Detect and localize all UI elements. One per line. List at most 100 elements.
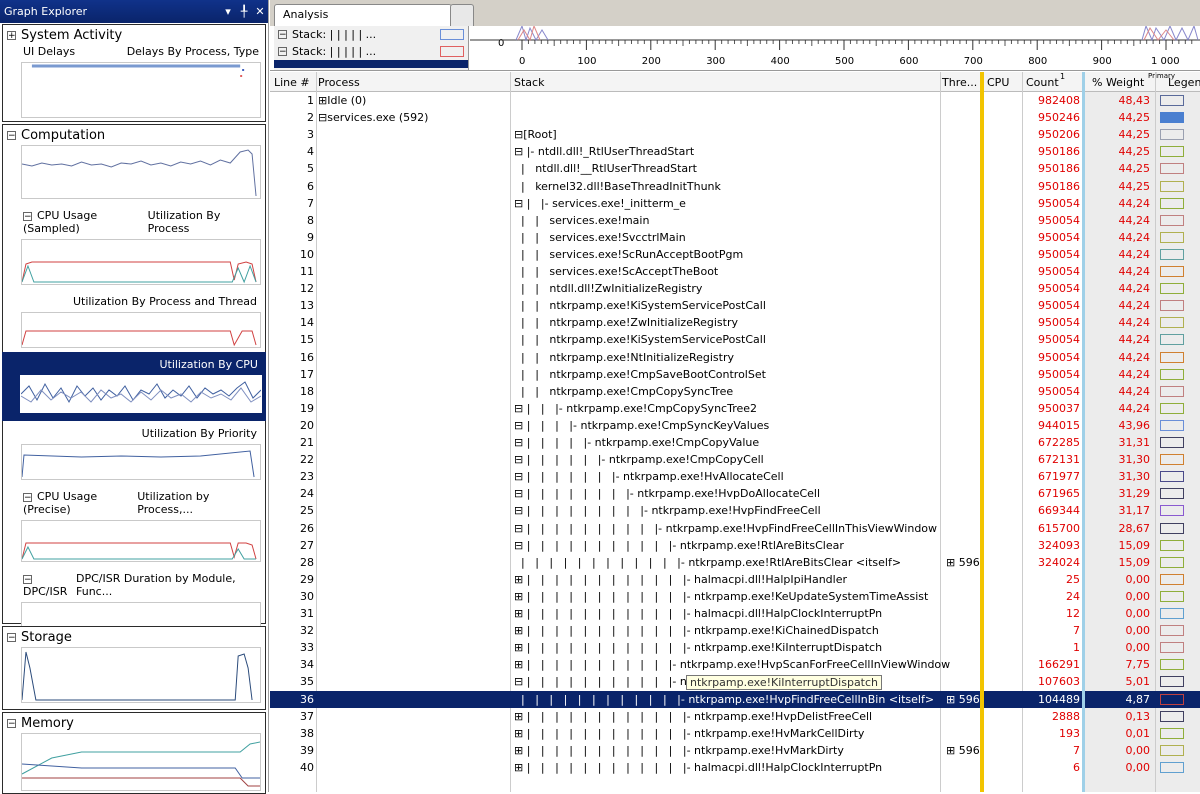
expand-icon[interactable]: +	[7, 30, 16, 40]
table-row[interactable]: 21 ⊟ | | | | |- ntkrpamp.exe!CmpCopyValue…	[270, 434, 1200, 451]
table-row[interactable]: 10 | | services.exe!ScRunAcceptBootPgm 95…	[270, 246, 1200, 263]
stack-cell: ⊟ | | | |- ntkrpamp.exe!CmpSyncKeyValues	[514, 418, 770, 432]
graph-label-ui-delays[interactable]: UI Delays	[23, 45, 75, 58]
collapse-icon[interactable]: −	[23, 212, 32, 222]
table-row[interactable]: 18 | | ntkrpamp.exe!CmpCopySyncTree 95005…	[270, 383, 1200, 400]
header-stack[interactable]: Stack	[514, 76, 544, 89]
graph-label-utilization-by-process[interactable]: Utilization By Process	[148, 209, 257, 235]
collapse-icon[interactable]: −	[23, 575, 32, 585]
table-row[interactable]: 36 | | | | | | | | | | | |- ntkrpamp.exe…	[270, 690, 1200, 708]
graph-utilization-by-cpu-selected[interactable]: Utilization By CPU	[2, 352, 266, 421]
collapse-icon[interactable]: −	[7, 718, 16, 728]
legend-row[interactable]: − Stack: | | | | | ...	[274, 26, 468, 43]
collapse-icon[interactable]: −	[7, 632, 16, 642]
table-row[interactable]: 40 ⊞ | | | | | | | | | | | |- halmacpi.dl…	[270, 759, 1200, 776]
count-cell: 944015	[1038, 418, 1080, 432]
header-count[interactable]: Count	[1026, 76, 1059, 89]
table-row[interactable]: 29 ⊞ | | | | | | | | | | | |- halmacpi.dl…	[270, 571, 1200, 588]
axis-tick-label: 200	[642, 56, 661, 67]
graph-label-delays-by-process[interactable]: Delays By Process, Type	[127, 45, 259, 58]
graph-thumbnail[interactable]	[21, 312, 261, 348]
table-row[interactable]: 5 | ntdll.dll!__RtlUserThreadStart 950186…	[270, 160, 1200, 177]
table-row[interactable]: 2 ⊟services.exe (592) 950246 44,25	[270, 109, 1200, 126]
table-row[interactable]: 12 | | ntdll.dll!ZwInitializeRegistry 950…	[270, 280, 1200, 297]
table-row[interactable]: 11 | | services.exe!ScAcceptTheBoot 95005…	[270, 263, 1200, 280]
collapse-icon[interactable]: −	[7, 130, 16, 140]
line-number-cell: 8	[307, 213, 314, 227]
graph-thumbnail[interactable]	[21, 239, 261, 285]
collapse-icon[interactable]: −	[278, 47, 287, 57]
table-row[interactable]: 7 ⊟ | |- services.exe!_initterm_e 950054 44…	[270, 195, 1200, 212]
table-row[interactable]: 38 ⊞ | | | | | | | | | | | |- ntkrpamp.ex…	[270, 725, 1200, 742]
dpc-isr-label[interactable]: −DPC/ISR	[23, 572, 76, 598]
header-thread[interactable]: Thre...	[942, 76, 977, 89]
graph-thumbnail[interactable]	[21, 62, 261, 118]
column-splitter-gold[interactable]	[980, 72, 984, 792]
group-header[interactable]: + System Activity	[3, 25, 265, 45]
graph-thumbnail[interactable]	[21, 145, 261, 199]
table-row[interactable]: 30 ⊞ | | | | | | | | | | | |- ntkrpamp.ex…	[270, 588, 1200, 605]
legend-row[interactable]: − Stack: | | | | | ...	[274, 43, 468, 60]
table-row[interactable]: 24 ⊟ | | | | | | | |- ntkrpamp.exe!HvpDoA…	[270, 485, 1200, 502]
pin-icon[interactable]: ╀	[236, 5, 252, 18]
header-cpu[interactable]: CPU	[987, 76, 1009, 89]
graph-label-utilization-by-priority[interactable]: Utilization By Priority	[142, 427, 257, 440]
weight-cell: 0,13	[1125, 709, 1151, 723]
header-line[interactable]: Line #	[274, 76, 310, 89]
table-row[interactable]: 34 ⊞ | | | | | | | | | | |- ntkrpamp.exe!…	[270, 656, 1200, 673]
table-row[interactable]: 22 ⊟ | | | | | |- ntkrpamp.exe!CmpCopyCel…	[270, 451, 1200, 468]
table-row[interactable]: 14 | | ntkrpamp.exe!ZwInitializeRegistry…	[270, 314, 1200, 331]
table-row[interactable]: 23 ⊟ | | | | | | |- ntkrpamp.exe!HvAlloca…	[270, 468, 1200, 485]
table-row[interactable]: 17 | | ntkrpamp.exe!CmpSaveBootControlSe…	[270, 366, 1200, 383]
group-header[interactable]: − Storage	[3, 627, 265, 647]
table-row[interactable]: 25 ⊟ | | | | | | | | |- ntkrpamp.exe!HvpF…	[270, 502, 1200, 519]
table-row[interactable]: 19 ⊟ | | |- ntkrpamp.exe!CmpCopySyncTree2…	[270, 400, 1200, 417]
legend-row-selected[interactable]	[274, 60, 468, 68]
graph-thumbnail[interactable]	[21, 647, 261, 703]
header-weight[interactable]: % Weight	[1092, 76, 1144, 89]
table-row[interactable]: 33 ⊞ | | | | | | | | | | | |- ntkrpamp.ex…	[270, 639, 1200, 656]
graph-label-utilization-by-cpu[interactable]: Utilization By CPU	[159, 358, 258, 371]
collapse-icon[interactable]: −	[278, 30, 287, 40]
group-header[interactable]: − Computation	[3, 125, 265, 145]
collapse-icon[interactable]: −	[23, 493, 32, 503]
tab-new[interactable]	[450, 4, 474, 27]
table-row[interactable]: 37 ⊞ | | | | | | | | | | | |- ntkrpamp.ex…	[270, 708, 1200, 725]
table-row[interactable]: 26 ⊟ | | | | | | | | | |- ntkrpamp.exe!Hv…	[270, 520, 1200, 537]
graph-thumbnail[interactable]	[21, 520, 261, 562]
graph-thumbnail[interactable]	[20, 375, 262, 413]
table-row[interactable]: 8 | | services.exe!main 950054 44,24	[270, 212, 1200, 229]
line-number-cell: 31	[300, 607, 314, 620]
table-row[interactable]: 13 | | ntkrpamp.exe!KiSystemServicePostC…	[270, 297, 1200, 314]
cpu-precise-label[interactable]: − CPU Usage (Precise)	[23, 490, 137, 516]
table-row[interactable]: 20 ⊟ | | | |- ntkrpamp.exe!CmpSyncKeyValu…	[270, 417, 1200, 434]
graph-thumbnail[interactable]	[21, 444, 261, 480]
table-row[interactable]: 6 | kernel32.dll!BaseThreadInitThunk 9501…	[270, 178, 1200, 195]
group-header[interactable]: − Memory	[3, 713, 265, 733]
graph-label-utilization-by-process-thread[interactable]: Utilization By Process and Thread	[73, 295, 257, 308]
tab-analysis[interactable]: Analysis	[274, 4, 452, 27]
table-row[interactable]: 1 ⊞Idle (0) 982408 48,43	[270, 92, 1200, 109]
table-row[interactable]: 3 ⊟[Root] 950206 44,25	[270, 126, 1200, 143]
table-row[interactable]: 27 ⊟ | | | | | | | | | | |- ntkrpamp.exe!…	[270, 537, 1200, 554]
graph-label-utilization-by-process-precise[interactable]: Utilization by Process,...	[137, 490, 257, 516]
table-row[interactable]: 31 ⊞ | | | | | | | | | | | |- halmacpi.dl…	[270, 605, 1200, 622]
header-legend[interactable]: Legend	[1168, 76, 1200, 89]
graph-label-dpc-duration[interactable]: DPC/ISR Duration by Module, Func...	[76, 572, 257, 598]
table-row[interactable]: 15 | | ntkrpamp.exe!KiSystemServicePostC…	[270, 331, 1200, 348]
subrow: −DPC/ISR DPC/ISR Duration by Module, Fun…	[3, 566, 265, 600]
table-row[interactable]: 28 | | | | | | | | | | | |- ntkrpamp.exe…	[270, 554, 1200, 571]
dropdown-icon[interactable]: ▾	[220, 5, 236, 18]
table-row[interactable]: 4 ⊟ |- ntdll.dll!_RtlUserThreadStart 95018…	[270, 143, 1200, 160]
graph-thumbnail[interactable]	[21, 733, 261, 791]
table-row[interactable]: 39 ⊞ | | | | | | | | | | | |- ntkrpamp.ex…	[270, 742, 1200, 759]
table-row[interactable]: 9 | | services.exe!SvcctrlMain 950054 44,2…	[270, 229, 1200, 246]
cpu-sampled-label[interactable]: − CPU Usage (Sampled)	[23, 209, 148, 235]
column-splitter-blue[interactable]	[1082, 72, 1085, 792]
table-row[interactable]: 16 | | ntkrpamp.exe!NtInitializeRegistry…	[270, 349, 1200, 366]
legend-swatch	[1160, 180, 1184, 192]
close-icon[interactable]: ✕	[252, 5, 268, 18]
table-row[interactable]: 32 ⊞ | | | | | | | | | | | |- ntkrpamp.ex…	[270, 622, 1200, 639]
line-number-cell: 1	[307, 94, 314, 107]
header-process[interactable]: Process	[318, 76, 360, 89]
